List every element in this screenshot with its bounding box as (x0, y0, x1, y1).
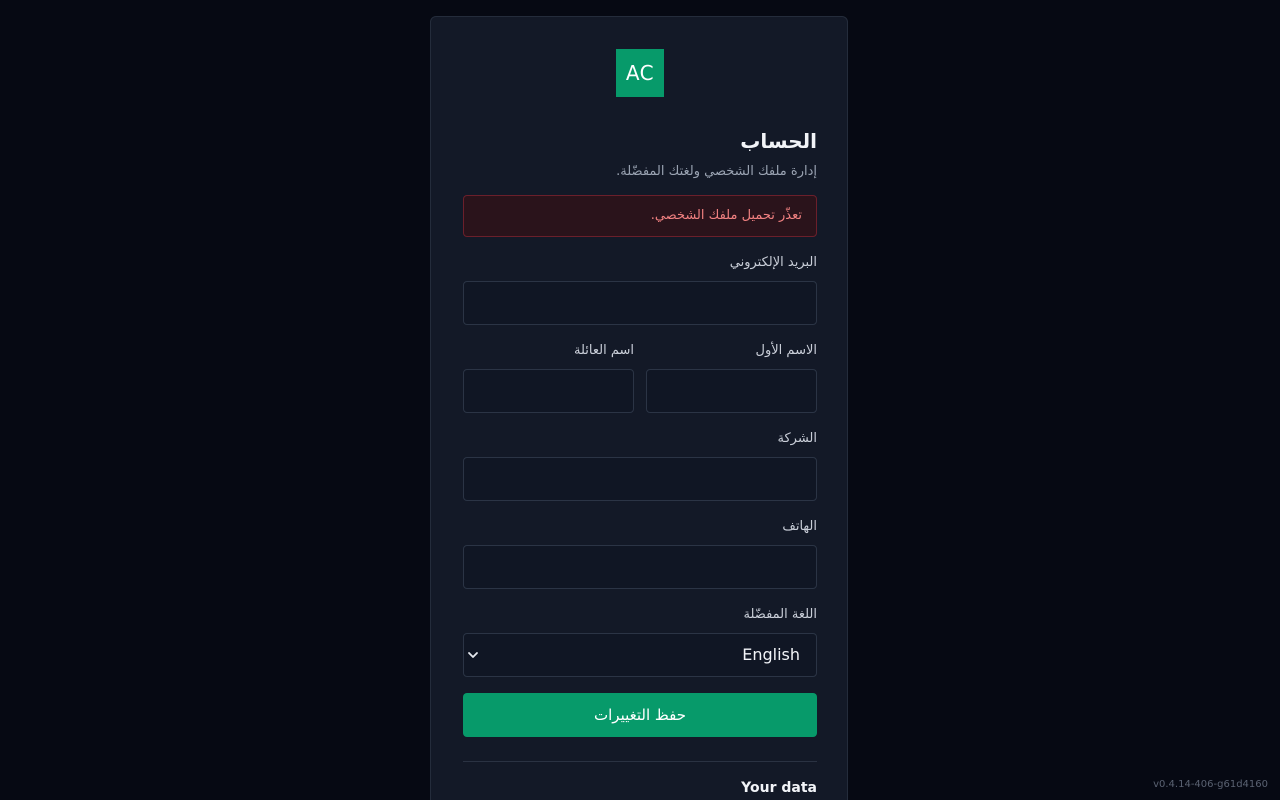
phone-label: الهاتف (782, 519, 817, 534)
language-field-group: اللغة المفضّلة English (463, 605, 817, 677)
your-data-heading: Your data (741, 780, 817, 796)
app-logo: AC (616, 49, 664, 97)
version-label: v0.4.14-406-g61d4160 (1153, 779, 1268, 790)
language-select[interactable]: English (463, 633, 817, 677)
language-select-wrap: English (463, 633, 817, 677)
name-row: الاسم الأول اسم العائلة (463, 341, 817, 413)
company-field[interactable] (463, 457, 817, 501)
account-card: AC الحساب إدارة ملفك الشخصي ولغتك المفضّ… (430, 16, 848, 800)
first-name-label: الاسم الأول (755, 343, 817, 358)
email-label: البريد الإلكتروني (729, 255, 817, 270)
language-label: اللغة المفضّلة (743, 607, 817, 622)
section-divider (463, 761, 817, 762)
chevron-down-icon (468, 652, 478, 658)
email-field-group: البريد الإلكتروني (463, 253, 817, 325)
save-changes-button[interactable]: حفظ التغييرات (463, 693, 817, 737)
error-alert: تعذّر تحميل ملفك الشخصي. (463, 195, 817, 237)
page-title: الحساب (740, 129, 817, 153)
last-name-group: اسم العائلة (463, 341, 634, 413)
first-name-group: الاسم الأول (646, 341, 817, 413)
page: AC الحساب إدارة ملفك الشخصي ولغتك المفضّ… (0, 0, 1280, 800)
company-field-group: الشركة (463, 429, 817, 501)
first-name-field[interactable] (646, 369, 817, 413)
last-name-label: اسم العائلة (574, 343, 634, 358)
phone-field-group: الهاتف (463, 517, 817, 589)
account-content: الحساب إدارة ملفك الشخصي ولغتك المفضّلة.… (463, 125, 817, 798)
email-field[interactable] (463, 281, 817, 325)
phone-field[interactable] (463, 545, 817, 589)
page-subtitle: إدارة ملفك الشخصي ولغتك المفضّلة. (616, 164, 817, 179)
company-label: الشركة (777, 431, 817, 446)
last-name-field[interactable] (463, 369, 634, 413)
